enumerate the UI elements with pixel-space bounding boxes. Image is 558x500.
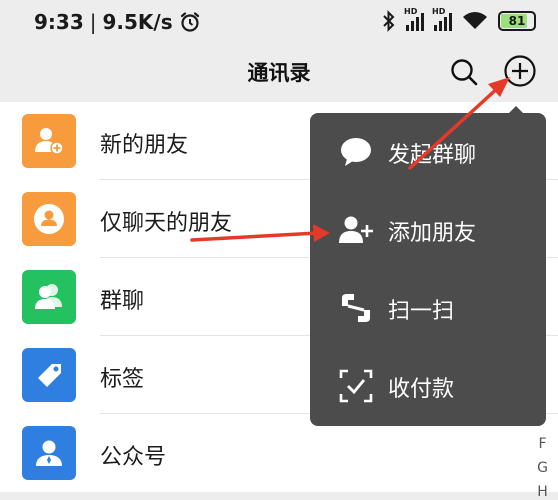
list-item-label: 标签 (100, 367, 145, 392)
group-icon (22, 270, 76, 324)
list-item-label: 群聊 (100, 289, 145, 314)
signal-icon-2: HD (432, 7, 452, 31)
status-separator: | (89, 10, 97, 34)
status-net-speed: 9.5K/s (102, 10, 173, 34)
list-item-label: 公众号 (100, 445, 167, 470)
chat-bubble-icon (341, 138, 371, 166)
menu-item-start-group-chat[interactable]: 发起群聊 (310, 113, 546, 191)
list-item-label: 新的朋友 (100, 133, 189, 158)
scan-icon (342, 294, 370, 322)
menu-item-label: 发起群聊 (388, 143, 477, 168)
status-bar: 9:33 | 9.5K/s HD HD 81 (0, 0, 558, 42)
menu-item-label: 添加朋友 (388, 221, 477, 246)
chat-only-icon (22, 192, 76, 246)
battery-icon: 81 (498, 11, 536, 31)
menu-item-add-friend[interactable]: 添加朋友 (310, 191, 546, 269)
status-time: 9:33 (34, 10, 84, 34)
menu-item-label: 扫一扫 (388, 299, 455, 324)
battery-level: 81 (508, 14, 526, 28)
add-menu-popup: 发起群聊 添加朋友 扫一扫 收付款 (310, 113, 546, 426)
add-user-icon (339, 216, 373, 243)
official-account-icon (22, 426, 76, 480)
plus-circle-icon[interactable] (503, 54, 537, 88)
menu-item-label: 收付款 (388, 377, 455, 402)
menu-item-payment[interactable]: 收付款 (310, 347, 546, 425)
add-friend-icon (22, 114, 76, 168)
index-letter[interactable]: G (537, 456, 548, 480)
nav-bar: 通讯录 (0, 42, 558, 102)
list-item-label: 仅聊天的朋友 (100, 211, 233, 236)
signal-label-1: HD (404, 7, 418, 16)
search-icon[interactable] (448, 56, 480, 88)
alphabet-index[interactable]: F G H (537, 432, 548, 500)
wifi-icon (463, 12, 487, 29)
index-letter[interactable]: H (537, 480, 548, 500)
bluetooth-icon (383, 10, 395, 32)
menu-item-scan[interactable]: 扫一扫 (310, 269, 546, 347)
signal-icon-1: HD (404, 7, 424, 31)
index-letter[interactable]: F (539, 432, 547, 456)
payment-scan-icon (339, 369, 373, 403)
signal-label-2: HD (432, 7, 446, 16)
alarm-icon (180, 12, 199, 32)
tag-icon (22, 348, 76, 402)
